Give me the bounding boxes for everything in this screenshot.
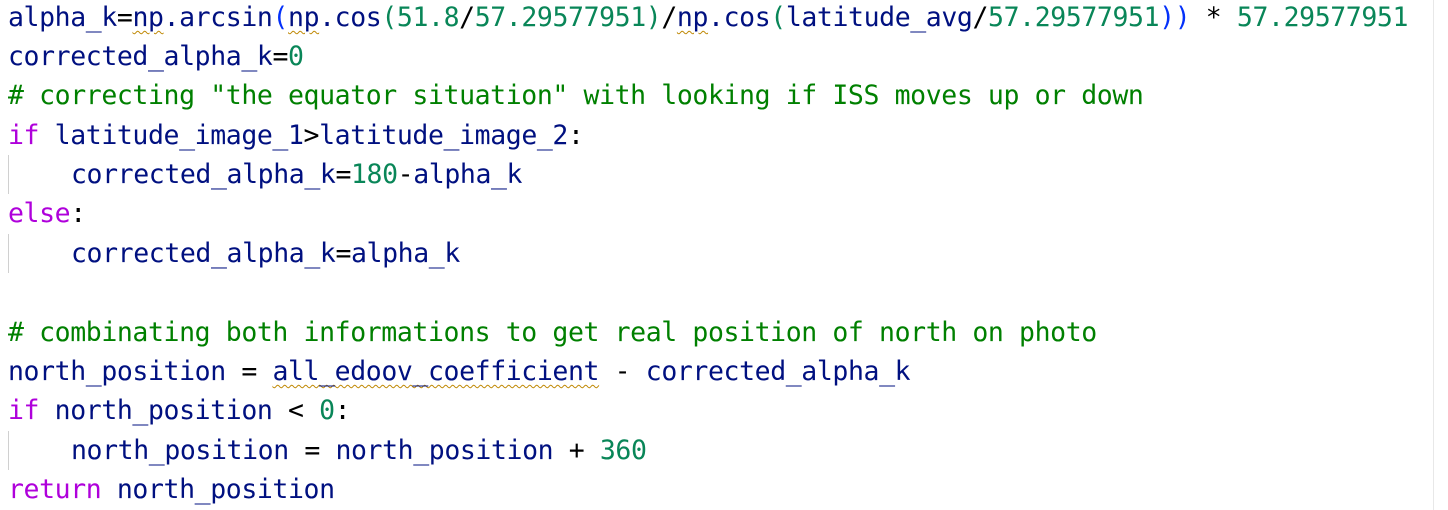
code-editor[interactable]: alpha_k=np.arcsin(np.cos(51.8/57.2957795… — [0, 0, 1448, 510]
bracket-token: ( — [770, 2, 786, 33]
function-token: .cos — [708, 2, 771, 33]
code-line-7[interactable]: corrected_alpha_k=alpha_k — [8, 234, 460, 273]
variable-token: all_edoov_coefficient — [272, 356, 600, 387]
module-token: np — [676, 2, 709, 33]
operator-token: * — [1190, 2, 1237, 33]
number-token: 57.29577951 — [988, 2, 1160, 33]
operator-token: = — [335, 159, 351, 190]
code-line-11[interactable]: if north_position < 0: — [8, 391, 351, 430]
module-token: np — [288, 2, 320, 33]
operator-token: : — [70, 198, 86, 229]
operator-token: = — [116, 2, 133, 33]
code-line-6[interactable]: else: — [8, 194, 86, 233]
number-token: 360 — [599, 435, 647, 466]
number-token: 180 — [351, 159, 398, 190]
variable-token: latitude_image_2 — [319, 120, 568, 151]
number-token: 57.29577951 — [1236, 2, 1409, 33]
number-token: 57.29577951 — [474, 2, 647, 33]
variable-token: north_position — [335, 435, 554, 466]
operator-token: : — [567, 120, 584, 151]
code-line-3[interactable]: # correcting "the equator situation" wit… — [8, 76, 1144, 115]
variable-token: corrected_alpha_k — [8, 41, 273, 72]
number-token: 0 — [319, 395, 335, 426]
variable-token: north_position — [71, 435, 289, 466]
comment-token: # correcting "the equator situation" wit… — [8, 80, 1144, 111]
keyword-token: else — [8, 198, 71, 229]
variable-token: corrected_alpha_k — [645, 356, 911, 387]
operator-token: : — [334, 395, 351, 426]
variable-token: latitude_avg — [785, 2, 973, 33]
keyword-token: if — [8, 395, 40, 426]
function-token: .cos — [319, 2, 382, 33]
operator-token: / — [972, 2, 989, 33]
operator-token: - — [599, 356, 646, 387]
operator-token: = — [272, 41, 288, 72]
variable-token: north_position — [39, 395, 273, 426]
variable-token: corrected_alpha_k — [71, 238, 336, 269]
vertical-scrollbar[interactable] — [1433, 0, 1448, 510]
code-line-12[interactable]: north_position = north_position + 360 — [8, 431, 647, 470]
bracket-token: ) — [645, 2, 662, 33]
variable-token: north_position — [8, 356, 226, 387]
operator-token: = — [335, 238, 351, 269]
variable-token: alpha_k — [413, 159, 523, 190]
bracket-token: ( — [381, 2, 397, 33]
function-token: .arcsin — [163, 2, 273, 33]
bracket-token: )) — [1159, 2, 1191, 33]
variable-token: corrected_alpha_k — [71, 159, 336, 190]
variable-token: alpha_k — [351, 238, 460, 269]
operator-token: > — [303, 120, 320, 151]
code-line-5[interactable]: corrected_alpha_k=180-alpha_k — [8, 155, 523, 194]
keyword-token: if — [8, 120, 40, 151]
keyword-token: return — [8, 474, 102, 505]
operator-token: < — [272, 395, 320, 426]
number-token: 0 — [288, 41, 304, 72]
code-line-4[interactable]: if latitude_image_1>latitude_image_2: — [8, 116, 584, 155]
comment-token: # combinating both informations to get r… — [8, 317, 1097, 348]
operator-token: / — [459, 2, 475, 33]
code-line-9[interactable]: # combinating both informations to get r… — [8, 313, 1097, 352]
code-line-10[interactable]: north_position = all_edoov_coefficient -… — [8, 352, 911, 391]
variable-token: latitude_image_1 — [39, 120, 304, 151]
module-token: np — [132, 2, 164, 33]
operator-token: = — [225, 356, 273, 387]
operator-token: / — [661, 2, 677, 33]
code-line-13[interactable]: return north_position — [8, 470, 335, 509]
code-line-1[interactable]: alpha_k=np.arcsin(np.cos(51.8/57.2957795… — [8, 0, 1408, 37]
variable-token: north_position — [101, 474, 335, 505]
code-line-2[interactable]: corrected_alpha_k=0 — [8, 37, 304, 76]
number-token: 51.8 — [396, 2, 460, 33]
operator-token: = — [288, 435, 336, 466]
operator-token: - — [397, 159, 414, 190]
variable-token: alpha_k — [8, 2, 117, 33]
bracket-token: ( — [272, 2, 289, 33]
operator-token: + — [553, 435, 600, 466]
